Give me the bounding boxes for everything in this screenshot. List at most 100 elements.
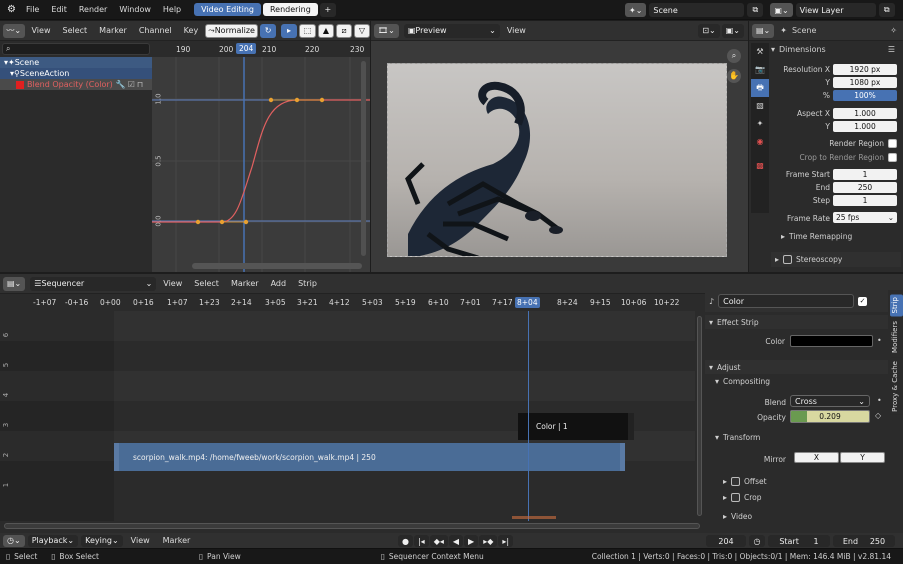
playhead-line[interactable] — [528, 311, 529, 521]
graph-menu-select[interactable]: Select — [57, 26, 92, 35]
crop-region-checkbox[interactable]: Crop to Render Region — [771, 153, 897, 162]
frame-end-field[interactable]: 250 — [833, 182, 897, 193]
view-layer-tab-icon[interactable]: ▧ — [751, 97, 769, 115]
preview-frame[interactable] — [387, 63, 727, 257]
overlay-icon[interactable]: ▣⌄ — [721, 23, 744, 38]
graph-area[interactable]: 1.0 0.5 0.0 — [152, 57, 370, 272]
scene-name-field[interactable]: Scene — [649, 3, 745, 17]
dimensions-header[interactable]: ▾ Dimensions ☰ — [771, 42, 901, 56]
sequencer-scrollbar-v[interactable] — [697, 316, 702, 516]
color-swatch[interactable] — [790, 335, 873, 347]
frame-step-field[interactable]: 1 — [833, 195, 897, 206]
sequencer-menu-strip[interactable]: Strip — [293, 279, 322, 288]
scene-tab-icon[interactable]: ✦ — [751, 115, 769, 133]
strip-name-field[interactable]: Color — [718, 294, 855, 308]
timeline-menu-view[interactable]: View — [126, 536, 155, 545]
keyframe-dot-icon[interactable]: • — [877, 396, 882, 405]
sequencer-menu-view[interactable]: View — [158, 279, 187, 288]
view-layer-browse-icon[interactable]: ▣⌄ — [770, 3, 793, 17]
menu-edit[interactable]: Edit — [46, 5, 72, 14]
crop-subpanel[interactable]: ▸ Crop — [723, 493, 762, 502]
aspect-y-field[interactable]: 1.000 — [833, 121, 897, 132]
next-keyframe-icon[interactable]: ▸◆ — [479, 535, 498, 547]
resolution-pct-field[interactable]: 100% — [833, 90, 897, 101]
resolution-x-field[interactable]: 1920 px — [833, 64, 897, 75]
mirror-x-toggle[interactable]: X — [794, 452, 839, 463]
pan-gizmo-icon[interactable]: ✋ — [727, 69, 741, 83]
tree-row-action[interactable]: ▾ ⚲ SceneAction — [0, 68, 152, 79]
timeline-menu-marker[interactable]: Marker — [158, 536, 196, 545]
only-errors-icon[interactable]: ▲ — [318, 23, 334, 38]
checkbox-icon[interactable]: ☑ — [128, 80, 135, 89]
menu-window[interactable]: Window — [114, 5, 156, 14]
time-remapping-subpanel[interactable]: ▸ Time Remapping — [781, 232, 852, 241]
stereoscopy-panel[interactable]: ▸ Stereoscopy — [771, 252, 901, 267]
normalize-toggle[interactable]: ⤳ Normalize — [205, 23, 259, 38]
aspect-x-field[interactable]: 1.000 — [833, 108, 897, 119]
editor-type-icon[interactable]: 〰⌄ — [3, 23, 25, 38]
play-reverse-icon[interactable]: ◀ — [448, 535, 464, 547]
keyframe-dot-icon[interactable]: • — [877, 336, 882, 345]
show-hidden-icon[interactable]: ⬚ — [299, 23, 316, 38]
new-view-layer-icon[interactable]: ⧉ — [878, 3, 895, 17]
graph-current-frame-badge[interactable]: 204 — [236, 43, 257, 54]
only-selected-icon[interactable]: ▸ — [281, 23, 298, 38]
sequencer-channels[interactable]: 6 5 4 3 2 1 Color | 1 scorpion_walk.mp4:… — [0, 311, 705, 521]
scene-browse-icon[interactable]: ✦⌄ — [625, 3, 647, 17]
add-workspace-button[interactable]: + — [319, 2, 336, 17]
preview-menu-view[interactable]: View — [502, 26, 531, 35]
display-mode-icon[interactable]: ⊡⌄ — [698, 23, 720, 38]
zoom-gizmo-icon[interactable]: ⌕ — [727, 49, 741, 63]
timeline-editor-type-icon[interactable]: ◷⌄ — [3, 534, 25, 547]
menu-help[interactable]: Help — [158, 5, 186, 14]
properties-editor-type-icon[interactable]: ▤⌄ — [752, 23, 775, 38]
channel-search-field[interactable]: ⌕ — [2, 43, 150, 55]
tree-row-scene[interactable]: ▾ ✦ Scene — [0, 57, 152, 68]
workspace-tab-rendering[interactable]: Rendering — [262, 3, 318, 16]
world-tab-icon[interactable]: ◉ — [751, 133, 769, 151]
strip-enabled-checkbox[interactable]: ✓ — [858, 296, 868, 306]
keying-menu[interactable]: Keying ⌄ — [81, 534, 123, 547]
record-icon[interactable]: ● — [398, 535, 413, 547]
start-frame-field[interactable]: Start 1 — [768, 535, 830, 547]
graph-menu-view[interactable]: View — [27, 26, 56, 35]
tree-row-fcurve[interactable]: Blend Opacity (Color) 🔧 ☑ ⊓ — [0, 79, 152, 90]
color-strip[interactable]: Color | 1 — [518, 413, 634, 440]
keyframe-point[interactable] — [195, 219, 201, 225]
opacity-slider[interactable]: 0.209 — [790, 410, 870, 423]
blender-logo-icon[interactable]: ⚙ — [4, 4, 19, 15]
jump-end-icon[interactable]: ▸| — [498, 535, 514, 547]
menu-render[interactable]: Render — [74, 5, 112, 14]
preview-editor-type-icon[interactable]: 🎞⌄ — [374, 23, 399, 38]
render-tab-icon[interactable]: 📷 — [751, 61, 769, 79]
presets-icon[interactable]: ☰ — [888, 45, 895, 54]
end-frame-field[interactable]: End 250 — [833, 535, 895, 547]
graph-menu-channel[interactable]: Channel — [134, 26, 177, 35]
resolution-y-field[interactable]: 1080 px — [833, 77, 897, 88]
keyframe-diamond-icon[interactable]: ◇ — [875, 411, 881, 420]
play-icon[interactable]: ▶ — [464, 535, 479, 547]
sequencer-ruler[interactable]: -1+07 -0+16 0+00 0+16 1+07 1+23 2+14 3+0… — [0, 295, 705, 309]
current-frame-field[interactable]: 204 — [706, 535, 746, 547]
graph-menu-key[interactable]: Key — [179, 26, 204, 35]
graph-scrollbar-h[interactable] — [192, 263, 362, 269]
frame-start-field[interactable]: 1 — [833, 169, 897, 180]
transform-header[interactable]: ▾ Transform — [715, 433, 760, 442]
view-layer-name-field[interactable]: View Layer — [795, 3, 876, 17]
mirror-y-toggle[interactable]: Y — [840, 452, 885, 463]
normalize-options-icon[interactable]: ↻ — [260, 23, 277, 38]
menu-file[interactable]: File — [21, 5, 44, 14]
tab-modifiers[interactable]: Modifiers — [890, 318, 903, 357]
playback-menu[interactable]: Playback ⌄ — [27, 534, 79, 547]
funnel-icon[interactable]: ▽ — [354, 23, 370, 38]
offset-subpanel[interactable]: ▸ Offset — [723, 477, 767, 486]
prev-keyframe-icon[interactable]: ◆◂ — [429, 535, 448, 547]
compositing-header[interactable]: ▾ Compositing — [715, 377, 770, 386]
texture-tab-icon[interactable]: ▩ — [751, 157, 769, 175]
new-scene-icon[interactable]: ⧉ — [747, 3, 764, 17]
tab-strip[interactable]: Strip — [890, 294, 903, 317]
sequencer-menu-select[interactable]: Select — [189, 279, 224, 288]
sequencer-scrollbar-h[interactable] — [4, 523, 700, 529]
sequencer-menu-add[interactable]: Add — [266, 279, 292, 288]
tab-proxy-cache[interactable]: Proxy & Cache — [890, 358, 903, 416]
